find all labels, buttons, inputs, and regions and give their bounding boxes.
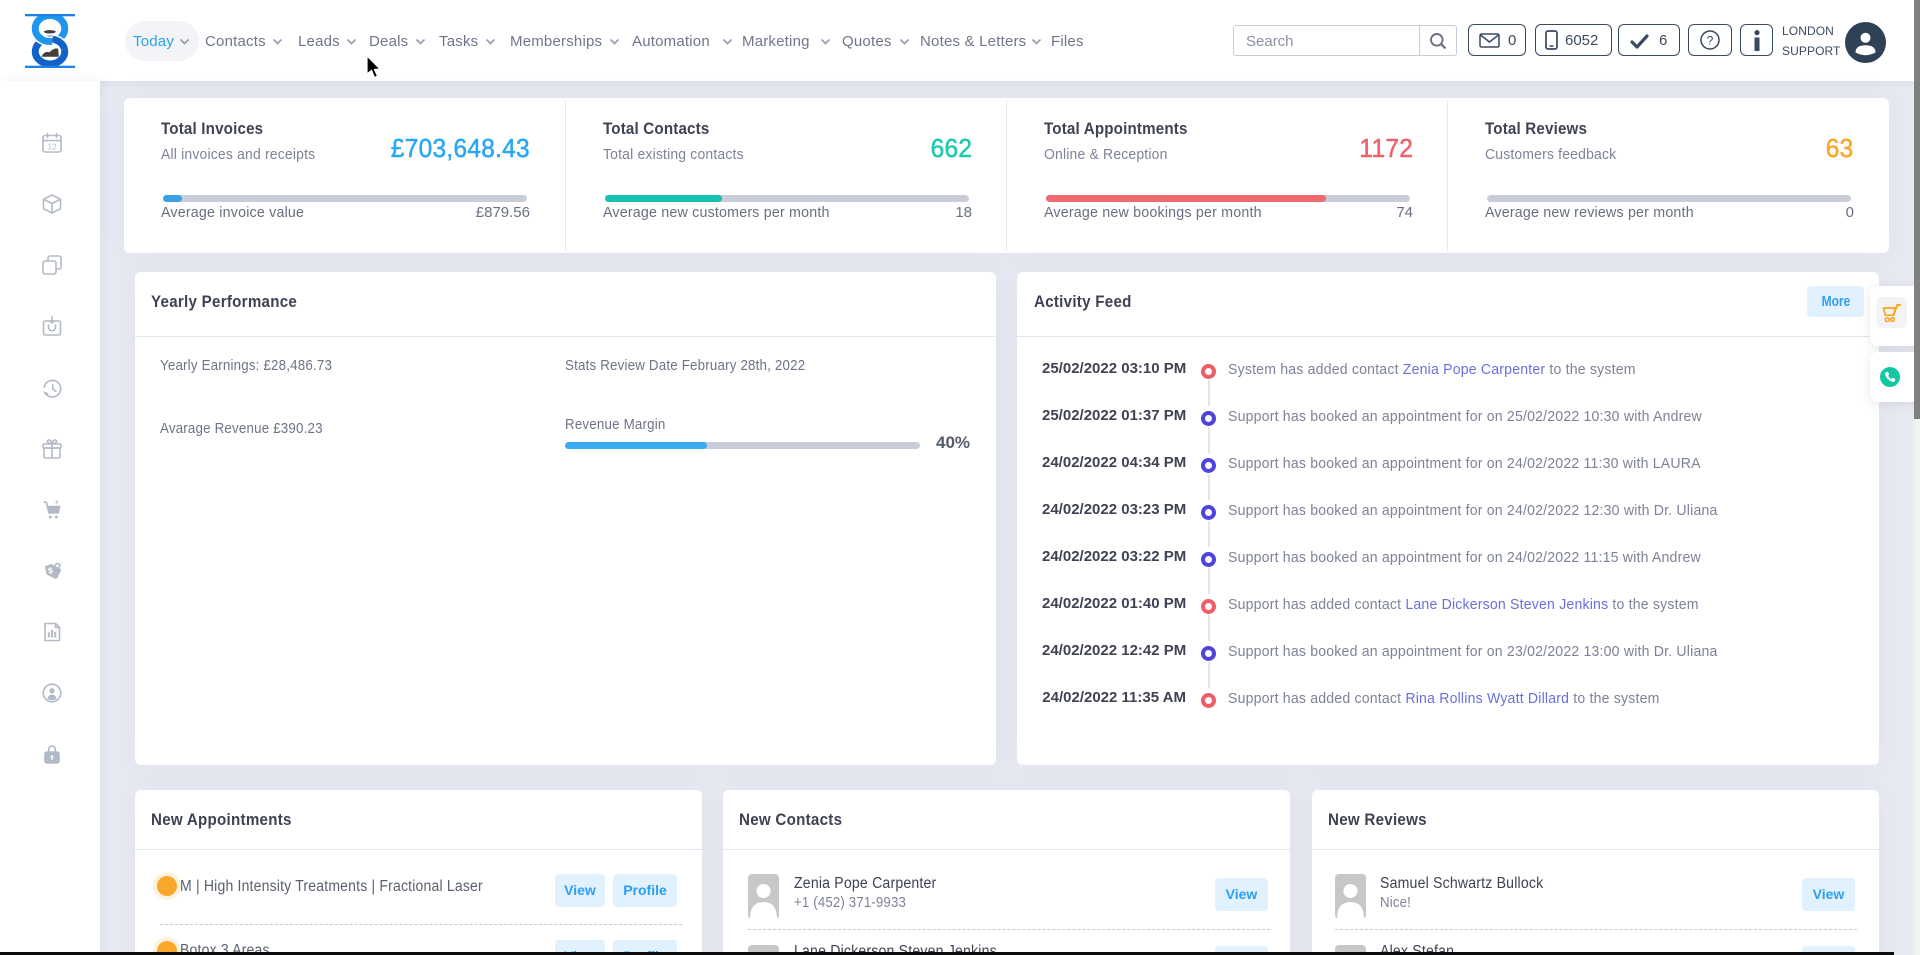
svg-text:?: ? [1707,34,1714,48]
svg-text:12: 12 [48,143,57,152]
